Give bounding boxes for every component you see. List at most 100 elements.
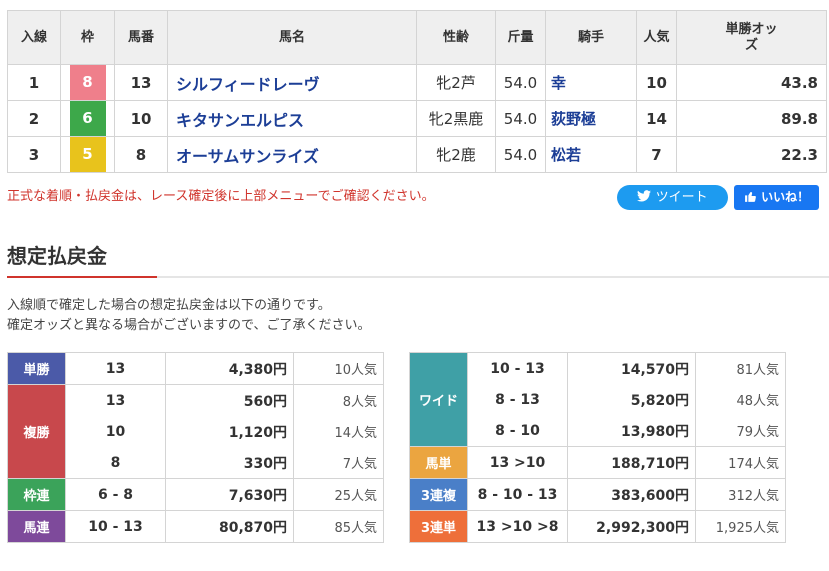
sexage-cell: 牝2鹿 [416,136,496,173]
weight-cell: 54.0 [495,64,546,101]
official-result-notice: 正式な着順・払戻金は、レース確定後に上部メニューでご確認ください。 [7,189,435,204]
tweet-button[interactable]: ツイート [617,185,728,210]
result-row: 2 6 10 キタサンエルピス 牝2黒鹿 54.0 荻野極 14 89.8 [7,100,827,137]
payout-row: 3連複 8 - 10 - 13 383,600円 312人気 [409,478,786,511]
payout-popularity: 174人気 [695,446,786,479]
bet-type-label: 3連単 [409,510,468,543]
tweet-label: ツイート [655,190,708,205]
header-rank: 入線 [7,10,61,65]
weight-cell: 54.0 [495,100,546,137]
payout-row: 馬連 10 - 13 80,870円 85人気 [7,510,384,543]
rank-cell: 1 [7,64,61,101]
header-horse: 馬名 [167,10,417,65]
weight-cell: 54.0 [495,136,546,173]
bet-type-label: 馬単 [409,446,468,479]
payout-amount: 188,710円 [567,446,696,479]
result-row: 3 5 8 オーサムサンライズ 牝2鹿 54.0 松若 7 22.3 [7,136,827,173]
payout-popularity: 25人気 [293,478,384,511]
race-result-table: 入線 枠 馬番 馬名 性齢 斤量 騎手 人気 単勝オッズ 1 8 13 シルフィードレ… [7,10,827,173]
payout-amount: 330円 [165,447,294,479]
payout-combination: 10 - 13 [467,352,568,384]
payout-combination: 6 - 8 [65,478,166,511]
payout-amount: 14,570円 [567,352,696,384]
payout-popularity: 1,925人気 [695,510,786,543]
payout-popularity: 8人気 [293,384,384,416]
payout-popularity: 10人気 [293,352,384,385]
payout-popularity: 7人気 [293,447,384,479]
number-cell: 10 [114,100,168,137]
header-sexage: 性齢 [416,10,496,65]
thumbs-up-icon [744,190,761,204]
popularity-cell: 14 [636,100,677,137]
sexage-cell: 牝2芦 [416,64,496,101]
payout-table-right: ワイド 10 - 13 14,570円 81人気 8 - 13 5,820円 48人気 8 -… [409,352,786,543]
frame-badge: 6 [69,101,106,136]
popularity-cell: 10 [636,64,677,101]
payout-row: 3連単 13 >10 >8 2,992,300円 1,925人気 [409,510,786,543]
frame-cell: 5 [60,136,115,173]
payout-combination: 13 >10 [467,446,568,479]
payout-combination: 13 [65,384,166,416]
payout-popularity: 48人気 [695,384,786,415]
bet-type-label: 枠連 [7,478,66,511]
jockey-link[interactable]: 松若 [545,136,637,173]
payout-combination: 8 - 13 [467,384,568,415]
popularity-cell: 7 [636,136,677,173]
payout-intro: 入線順で確定した場合の想定払戻金は以下の通りです。 確定オッズと異なる場合がござ… [7,296,370,336]
horse-name-link[interactable]: オーサムサンライズ [167,136,417,173]
like-button[interactable]: いいね！ [734,185,819,210]
header-jockey: 騎手 [545,10,637,65]
payout-combination: 13 >10 >8 [467,510,568,543]
bet-type-label: ワイド [409,352,468,447]
section-title: 想定払戻金 [7,244,107,268]
payout-popularity: 14人気 [293,416,384,447]
payout-combination: 8 [65,447,166,479]
rank-cell: 3 [7,136,61,173]
bet-type-label: 単勝 [7,352,66,385]
payout-popularity: 85人気 [293,510,384,543]
payout-popularity: 312人気 [695,478,786,511]
payout-row: ワイド 10 - 13 14,570円 81人気 [409,352,786,447]
bet-type-label: 3連複 [409,478,468,511]
payout-row: 馬単 13 >10 188,710円 174人気 [409,446,786,479]
number-cell: 13 [114,64,168,101]
payout-amount: 13,980円 [567,415,696,447]
bird-icon [637,190,655,205]
payout-amount: 383,600円 [567,478,696,511]
payout-popularity: 81人気 [695,352,786,384]
frame-badge: 5 [69,137,106,172]
header-frame: 枠 [60,10,115,65]
payout-row: 枠連 6 - 8 7,630円 25人気 [7,478,384,511]
payout-combination: 10 [65,416,166,447]
like-label: いいね！ [761,190,810,204]
frame-cell: 8 [60,64,115,101]
payout-amount: 7,630円 [165,478,294,511]
bet-type-label: 馬連 [7,510,66,543]
payout-row: 単勝 13 4,380円 10人気 [7,352,384,385]
intro-line-1: 入線順で確定した場合の想定払戻金は以下の通りです。 [7,298,331,313]
payout-amount: 560円 [165,384,294,416]
payout-combination: 10 - 13 [65,510,166,543]
number-cell: 8 [114,136,168,173]
section-divider-accent [7,276,157,278]
result-row: 1 8 13 シルフィードレーヴ 牝2芦 54.0 幸 10 43.8 [7,64,827,101]
payout-row: 複勝 13 560円 8人気 [7,384,384,479]
payout-combination: 8 - 10 - 13 [467,478,568,511]
sexage-cell: 牝2黒鹿 [416,100,496,137]
odds-cell: 89.8 [676,100,827,137]
payout-amount: 5,820円 [567,384,696,415]
frame-cell: 6 [60,100,115,137]
odds-cell: 22.3 [676,136,827,173]
frame-badge: 8 [69,65,106,100]
payout-combination: 13 [65,352,166,385]
horse-name-link[interactable]: キタサンエルピス [167,100,417,137]
header-weight: 斤量 [495,10,546,65]
horse-name-link[interactable]: シルフィードレーヴ [167,64,417,101]
rank-cell: 2 [7,100,61,137]
bet-type-label: 複勝 [7,384,66,479]
jockey-link[interactable]: 荻野極 [545,100,637,137]
header-popularity: 人気 [636,10,677,65]
intro-line-2: 確定オッズと異なる場合がございますので、ご了承ください。 [7,318,371,333]
payout-popularity: 79人気 [695,415,786,447]
jockey-link[interactable]: 幸 [545,64,637,101]
